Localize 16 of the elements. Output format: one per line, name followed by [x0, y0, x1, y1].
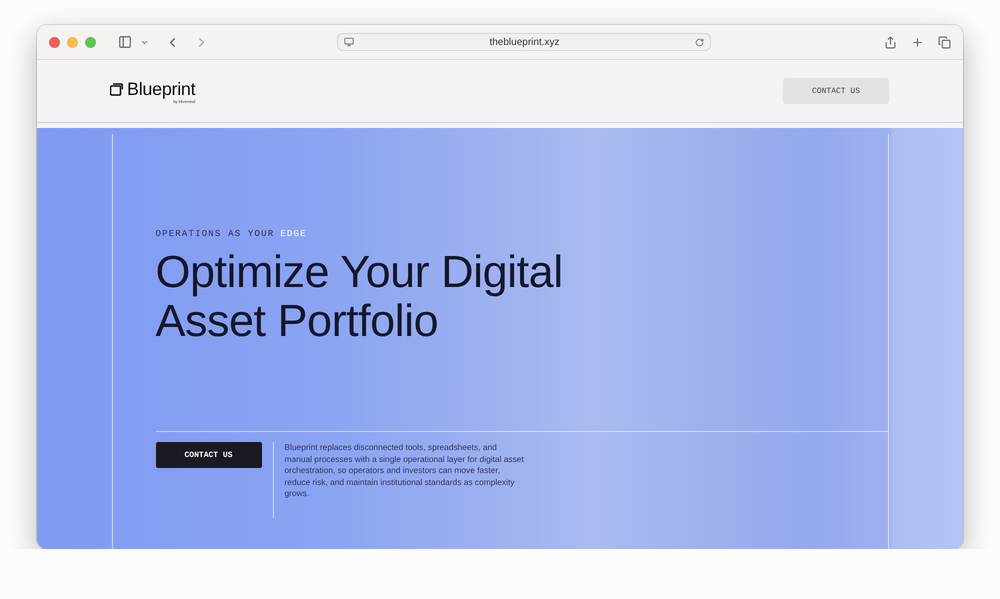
tabs-icon[interactable] — [938, 36, 951, 48]
eyebrow-accent: EDGE — [280, 229, 307, 239]
share-icon[interactable] — [884, 36, 897, 48]
logo-text: Blueprint — [127, 78, 196, 100]
monitor-icon — [344, 37, 354, 47]
sidebar-icon[interactable] — [118, 35, 132, 49]
close-button[interactable] — [49, 36, 60, 48]
hero-description: Blueprint replaces disconnected tools, spreadsheets, and manual processes with a single operational layer for digital asset orchestration, so operators and investors can move faster, reduce risk, and maintain institutional standards as complexity grows. — [272, 442, 524, 518]
logo-icon — [110, 82, 123, 96]
reload-icon[interactable] — [694, 38, 704, 46]
headline: Optimize Your Digital Asset Portfolio — [156, 247, 564, 345]
contact-button[interactable]: CONTACT US — [783, 78, 889, 104]
eyebrow-text: OPERATIONS AS YOUR — [156, 229, 274, 239]
contact-button[interactable]: CONTACT US — [156, 442, 262, 468]
address-bar[interactable]: theblueprint.xyz — [337, 33, 711, 51]
plus-icon[interactable] — [911, 36, 924, 48]
